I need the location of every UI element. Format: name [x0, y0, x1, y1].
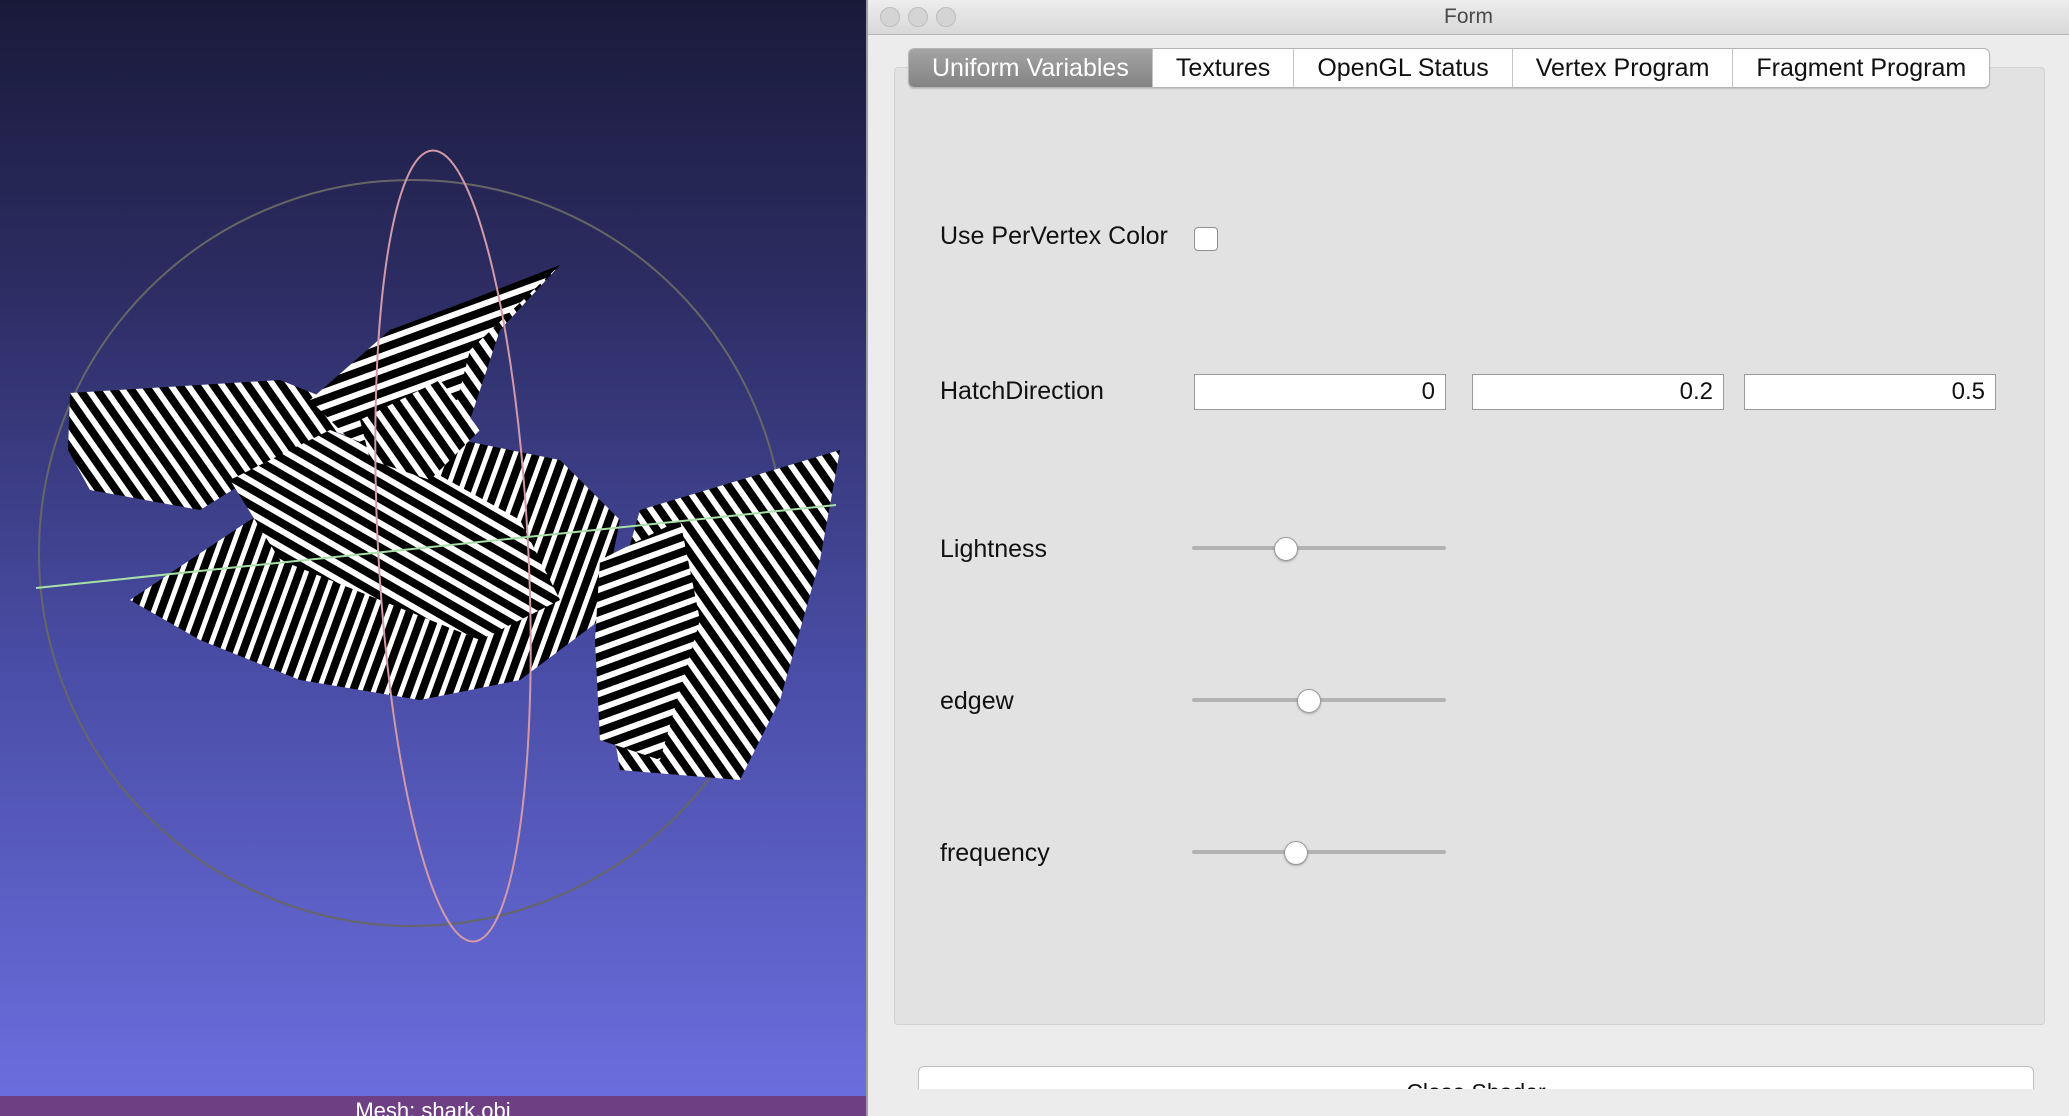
- slider-thumb[interactable]: [1296, 689, 1321, 713]
- lightness-slider[interactable]: [1192, 533, 1446, 565]
- tab-vertex-program[interactable]: Vertex Program: [1513, 49, 1734, 87]
- shader-dialog: Form Uniform Variables Textures OpenGL S…: [866, 0, 2069, 1116]
- tab-bar: Uniform Variables Textures OpenGL Status…: [908, 48, 1991, 88]
- shark-mesh: [68, 265, 840, 780]
- uniform-variables-pane: [894, 67, 2045, 1025]
- hatch-direction-y-field[interactable]: 0.2: [1472, 374, 1724, 410]
- hatch-direction-x-field[interactable]: 0: [1194, 374, 1446, 410]
- slider-thumb[interactable]: [1284, 841, 1309, 865]
- slider-thumb[interactable]: [1273, 537, 1298, 561]
- hatch-direction-label: HatchDirection: [940, 377, 1104, 405]
- mesh-status-bar: Mesh: shark.obj: [0, 1096, 866, 1116]
- tab-fragment-program[interactable]: Fragment Program: [1733, 49, 1989, 87]
- mesh-status-text: Mesh: shark.obj: [355, 1098, 511, 1116]
- edgew-label: edgew: [940, 687, 1014, 715]
- slider-track: [1192, 850, 1446, 854]
- slider-track: [1192, 546, 1446, 550]
- pervertex-color-label: Use PerVertex Color: [940, 222, 1168, 250]
- frequency-label: frequency: [940, 839, 1050, 867]
- lightness-label: Lightness: [940, 535, 1048, 563]
- tab-textures[interactable]: Textures: [1153, 49, 1295, 87]
- pervertex-color-checkbox[interactable]: [1194, 227, 1218, 251]
- window-title: Form: [1444, 5, 1493, 28]
- tab-opengl-status[interactable]: OpenGL Status: [1294, 49, 1513, 87]
- window-titlebar[interactable]: Form: [868, 0, 2069, 35]
- frequency-slider[interactable]: [1192, 837, 1446, 869]
- edgew-slider[interactable]: [1192, 685, 1446, 717]
- window-bottom-edge: [868, 1089, 2069, 1116]
- hatch-direction-z-field[interactable]: 0.5: [1744, 374, 1996, 410]
- 3d-viewport[interactable]: Mesh: shark.obj: [0, 0, 866, 1116]
- tab-uniform-variables[interactable]: Uniform Variables: [909, 49, 1153, 87]
- trackball-and-mesh: [35, 149, 840, 943]
